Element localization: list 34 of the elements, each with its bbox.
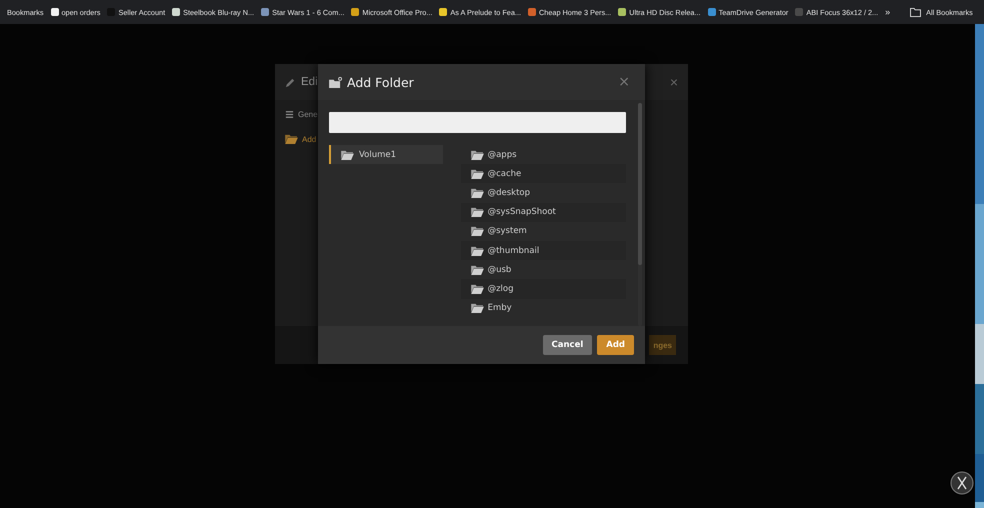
path-field[interactable] bbox=[329, 112, 626, 133]
folder-icon bbox=[470, 207, 484, 218]
folder-item[interactable]: @desktop bbox=[460, 183, 626, 203]
folder-item[interactable]: @thumbnail bbox=[460, 240, 626, 260]
folder-item[interactable]: Emby bbox=[460, 298, 626, 318]
cancel-button[interactable]: Cancel bbox=[542, 335, 592, 355]
folder-item[interactable]: @cache bbox=[460, 164, 626, 184]
folder-icon bbox=[470, 246, 484, 256]
folder-item[interactable]: @usb bbox=[460, 260, 626, 280]
list-icon bbox=[285, 110, 294, 118]
dialog-title: Edi bbox=[301, 76, 318, 88]
volume-item[interactable]: Volume1 bbox=[329, 145, 443, 164]
folder-icon bbox=[470, 264, 484, 275]
folder-icon bbox=[341, 150, 354, 160]
scrollbar[interactable] bbox=[638, 103, 642, 326]
folder-icon bbox=[470, 168, 484, 179]
folder-item[interactable]: @system bbox=[460, 222, 626, 241]
folder-icon bbox=[285, 134, 298, 144]
folder-item[interactable]: @apps bbox=[460, 145, 626, 164]
folder-plus-icon bbox=[329, 76, 342, 88]
pencil-icon bbox=[285, 76, 296, 88]
folder-icon bbox=[470, 188, 484, 198]
nav-item[interactable]: Add bbox=[285, 131, 316, 147]
nav-item[interactable]: Gene bbox=[285, 106, 318, 122]
folder-icon bbox=[470, 303, 484, 314]
folder-icon bbox=[470, 150, 484, 160]
close-circle-icon[interactable] bbox=[950, 471, 974, 495]
more-bookmarks-button[interactable]: » bbox=[885, 7, 890, 17]
folder-icon bbox=[470, 226, 484, 236]
folder-icon bbox=[910, 8, 922, 16]
folder-item[interactable]: @sysSnapShoot bbox=[460, 202, 626, 222]
dialog-title: Add Folder bbox=[347, 74, 414, 90]
folder-icon bbox=[470, 284, 484, 294]
folder-item[interactable]: @zlog bbox=[460, 279, 626, 298]
